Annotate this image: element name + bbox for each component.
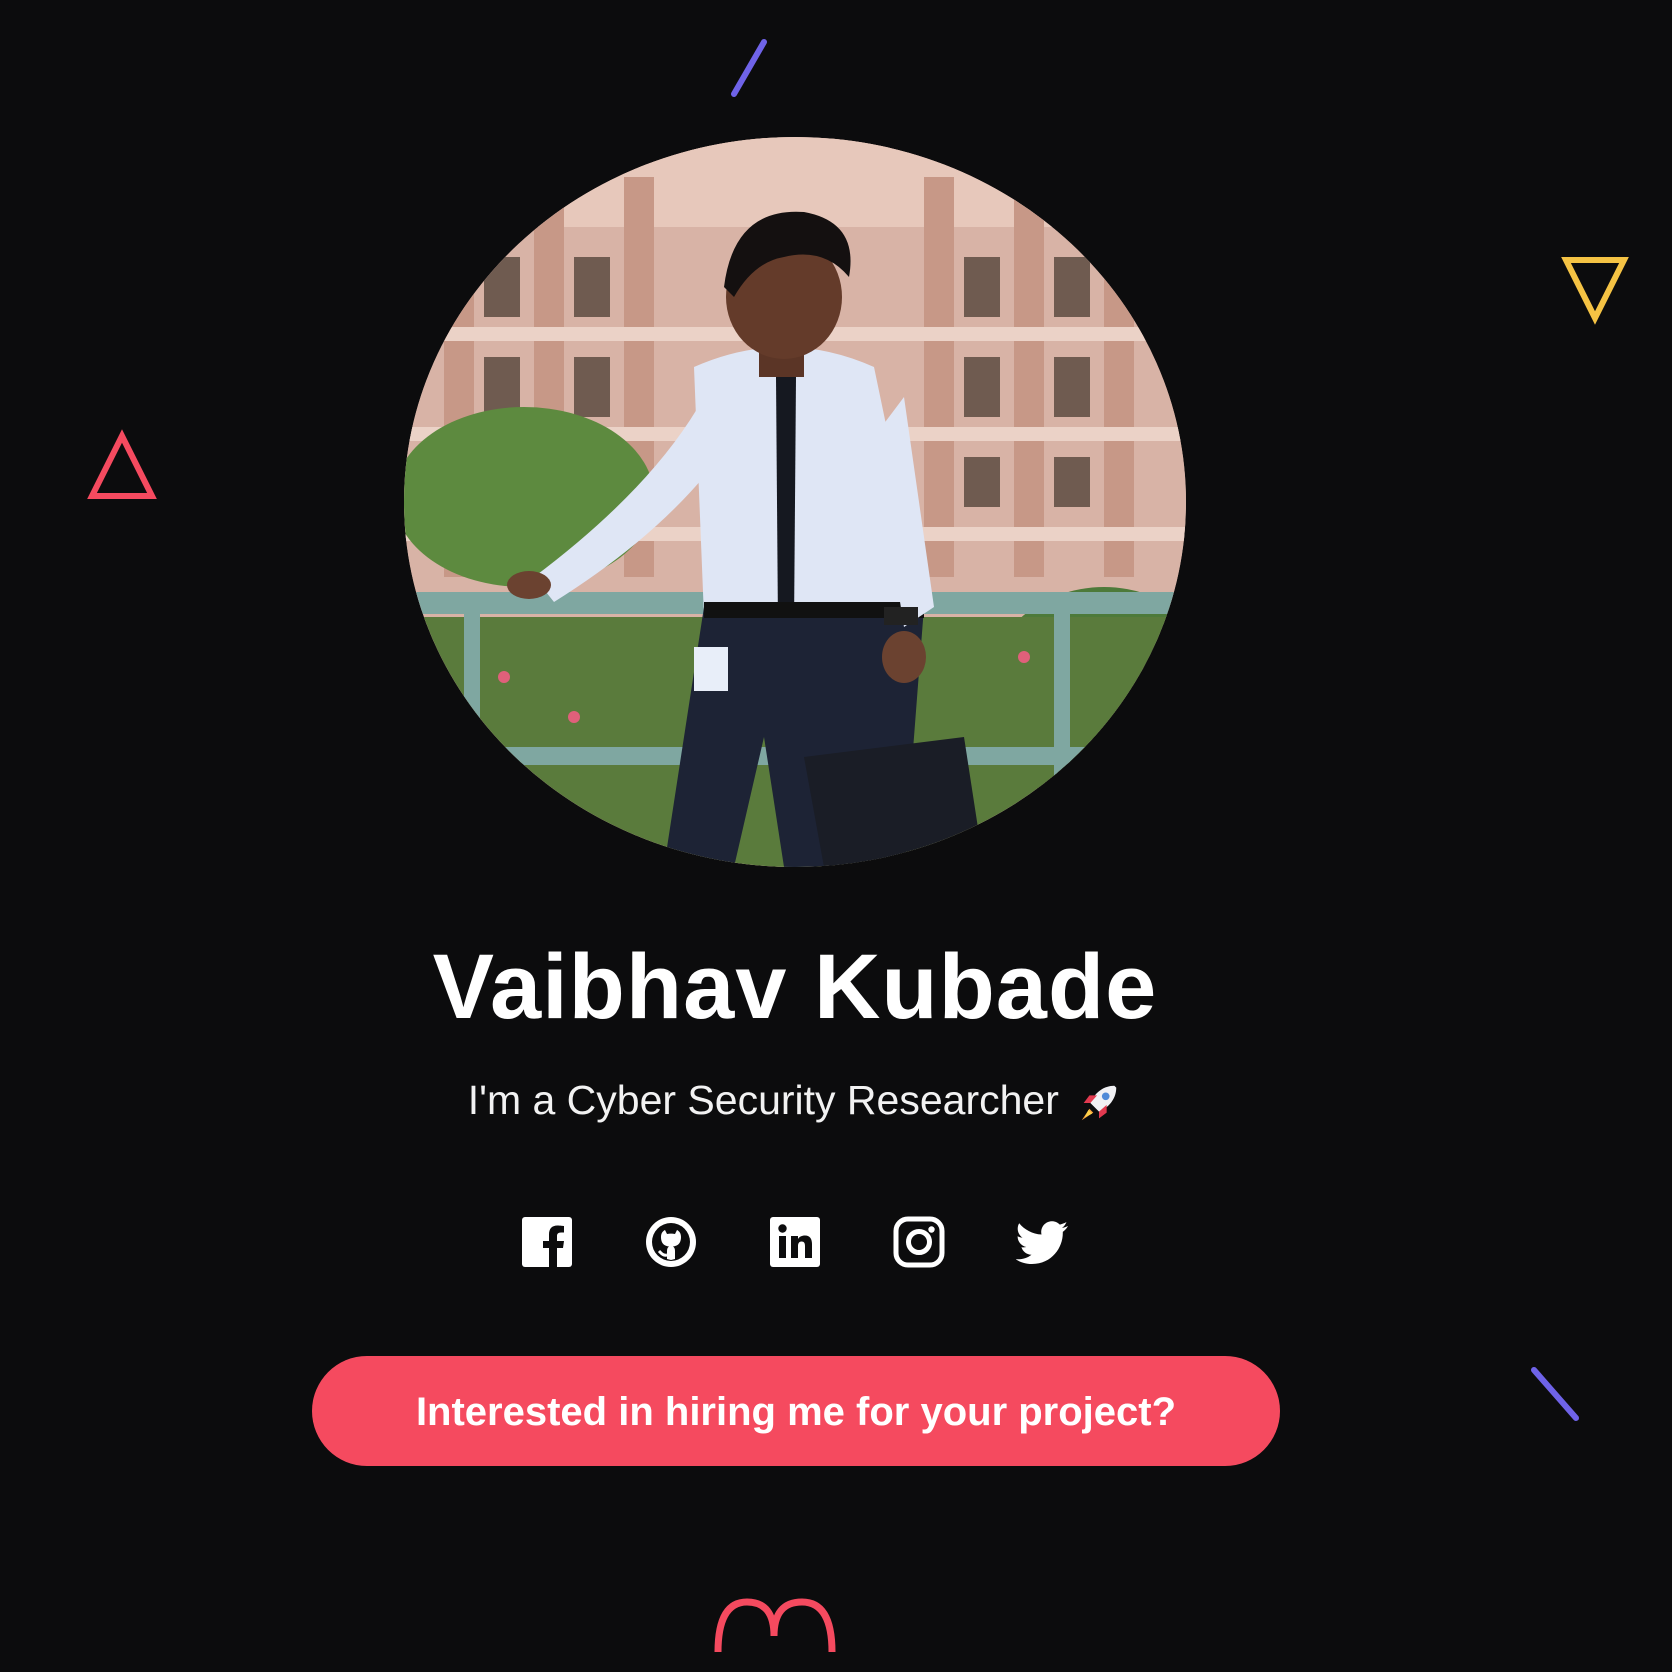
twitter-link[interactable]: [1016, 1215, 1070, 1269]
decor-line-top: [731, 39, 767, 97]
instagram-link[interactable]: [892, 1215, 946, 1269]
github-icon: [646, 1217, 696, 1267]
hero-section: Vaibhav Kubade I'm a Cyber Security Rese…: [0, 0, 1672, 1672]
github-link[interactable]: [644, 1215, 698, 1269]
social-links: [0, 1215, 1590, 1269]
decor-line-bottom: [1531, 1367, 1579, 1421]
profile-photo: [404, 137, 1186, 867]
instagram-icon: [893, 1216, 945, 1268]
linkedin-icon: [770, 1217, 820, 1267]
decor-triangle-down: [1561, 257, 1629, 325]
scroll-down-icon[interactable]: [710, 1592, 840, 1652]
tagline-text: I'm a Cyber Security Researcher: [467, 1077, 1059, 1123]
linkedin-link[interactable]: [768, 1215, 822, 1269]
twitter-icon: [1016, 1221, 1068, 1264]
facebook-link[interactable]: [520, 1215, 574, 1269]
rocket-icon: [1082, 1085, 1117, 1121]
profile-tagline: I'm a Cyber Security Researcher: [0, 1074, 1590, 1126]
profile-name: Vaibhav Kubade: [432, 936, 1158, 1038]
hire-me-button[interactable]: Interested in hiring me for your project…: [312, 1356, 1280, 1466]
decor-triangle-up: [87, 429, 157, 499]
facebook-icon: [522, 1217, 572, 1267]
